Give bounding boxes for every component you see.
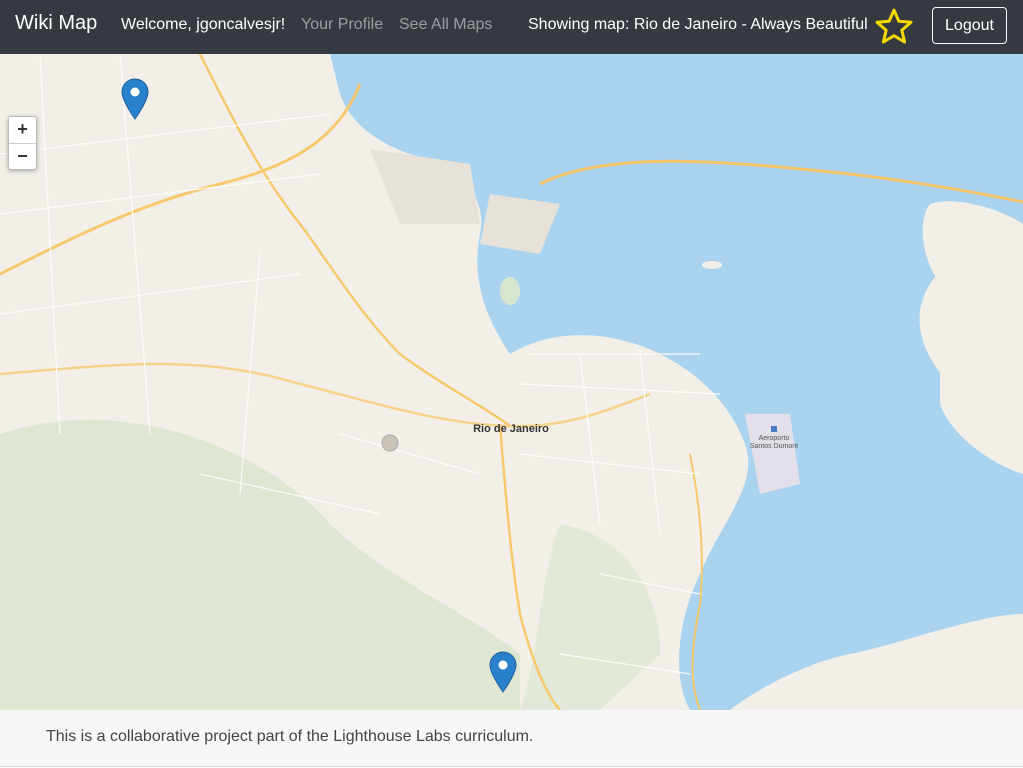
zoom-control: + − [8,116,37,170]
zoom-out-button[interactable]: − [9,144,36,170]
map-marker-icon[interactable] [489,651,517,693]
airport-label: Aeroporto [759,435,790,442]
see-all-maps-link[interactable]: See All Maps [399,16,492,34]
map-title: Showing map: Rio de Janeiro - Always Bea… [528,16,868,33]
welcome-text: Welcome, jgoncalvesjr! [121,16,286,33]
city-label: Rio de Janeiro [473,423,549,435]
logout-button[interactable]: Logout [932,7,1007,44]
map-marker-icon[interactable] [121,78,149,120]
airport-label-2: Santos Dumont [750,443,798,450]
footer: This is a collaborative project part of … [0,710,1023,767]
airport-icon [771,426,777,432]
footer-text: This is a collaborative project part of … [46,728,534,745]
star-icon[interactable] [875,8,913,44]
navbar: Wiki Map Welcome, jgoncalvesjr! Your Pro… [0,0,1023,54]
brand-title[interactable]: Wiki Map [15,12,97,35]
map-canvas[interactable]: Rio de Janeiro Aeroporto Santos Dumont +… [0,54,1023,710]
map-tiles: Rio de Janeiro Aeroporto Santos Dumont [0,54,1023,710]
zoom-in-button[interactable]: + [9,117,36,144]
your-profile-link[interactable]: Your Profile [301,16,383,34]
